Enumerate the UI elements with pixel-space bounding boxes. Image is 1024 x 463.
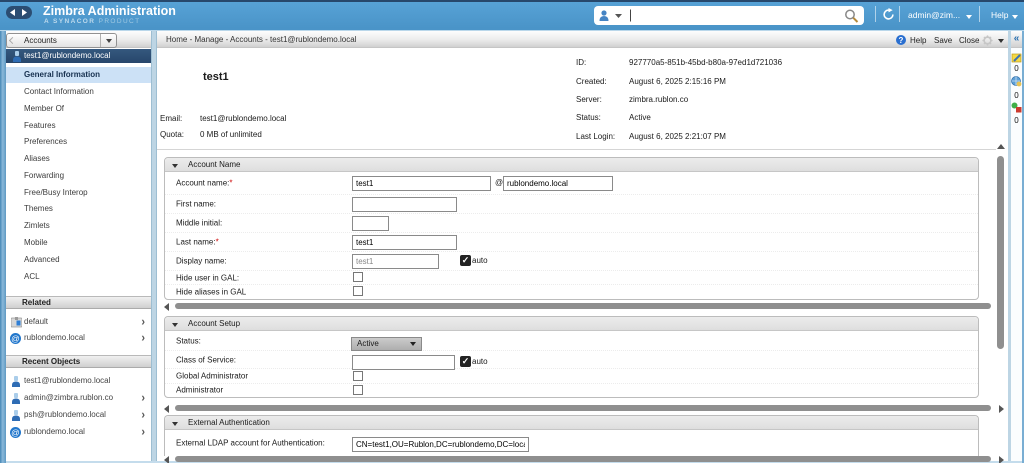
svg-text:?: ?	[899, 36, 904, 45]
svg-text:@: @	[11, 427, 20, 437]
svg-text:@: @	[11, 333, 20, 343]
